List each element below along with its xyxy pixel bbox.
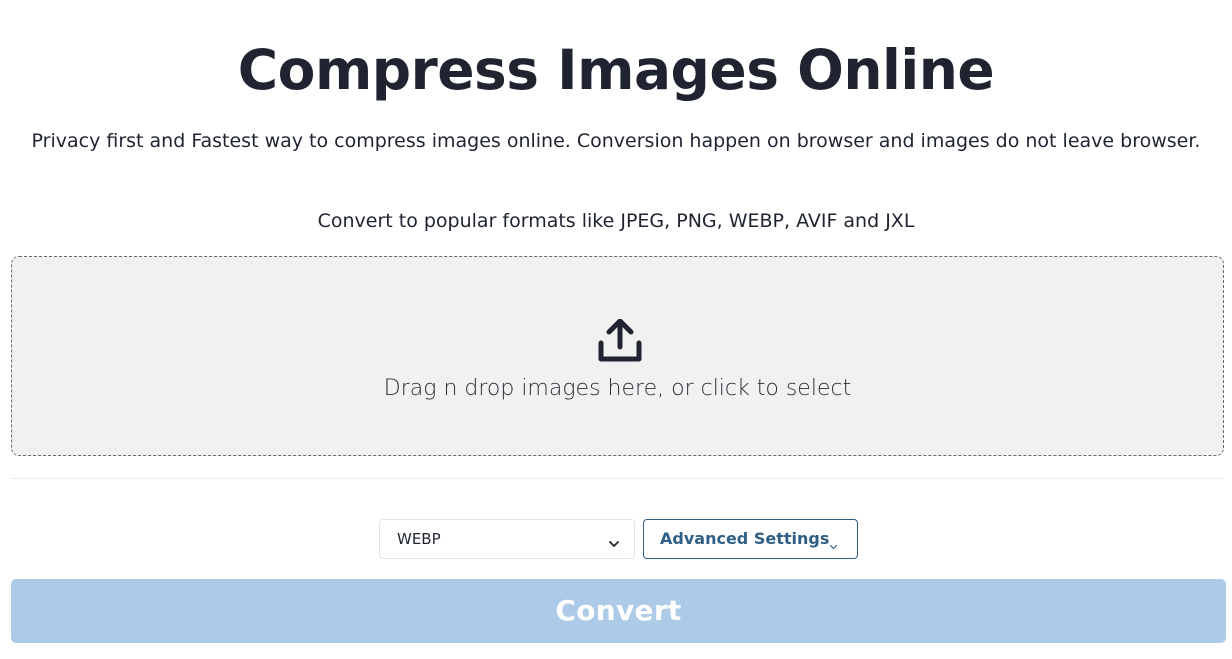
convert-button-label: Convert: [555, 594, 682, 627]
page-subtitle: Privacy first and Fastest way to compres…: [31, 130, 1201, 152]
convert-button[interactable]: Convert: [11, 579, 1226, 643]
advanced-settings-label: Advanced Settings: [660, 529, 830, 548]
output-format-value: WEBP: [397, 530, 441, 548]
chevron-down-icon: [829, 536, 838, 550]
upload-icon: [597, 318, 643, 363]
dropzone-instructions: Drag n drop images here, or click to sel…: [383, 376, 852, 401]
supported-formats-text: Convert to popular formats like JPEG, PN…: [317, 210, 915, 232]
image-dropzone[interactable]: Drag n drop images here, or click to sel…: [11, 256, 1224, 456]
output-format-select[interactable]: WEBP: [379, 519, 635, 559]
page-title: Compress Images Online: [237, 38, 995, 102]
advanced-settings-button[interactable]: Advanced Settings: [643, 519, 858, 559]
section-divider: [11, 478, 1224, 479]
chevron-down-icon: [608, 534, 620, 547]
